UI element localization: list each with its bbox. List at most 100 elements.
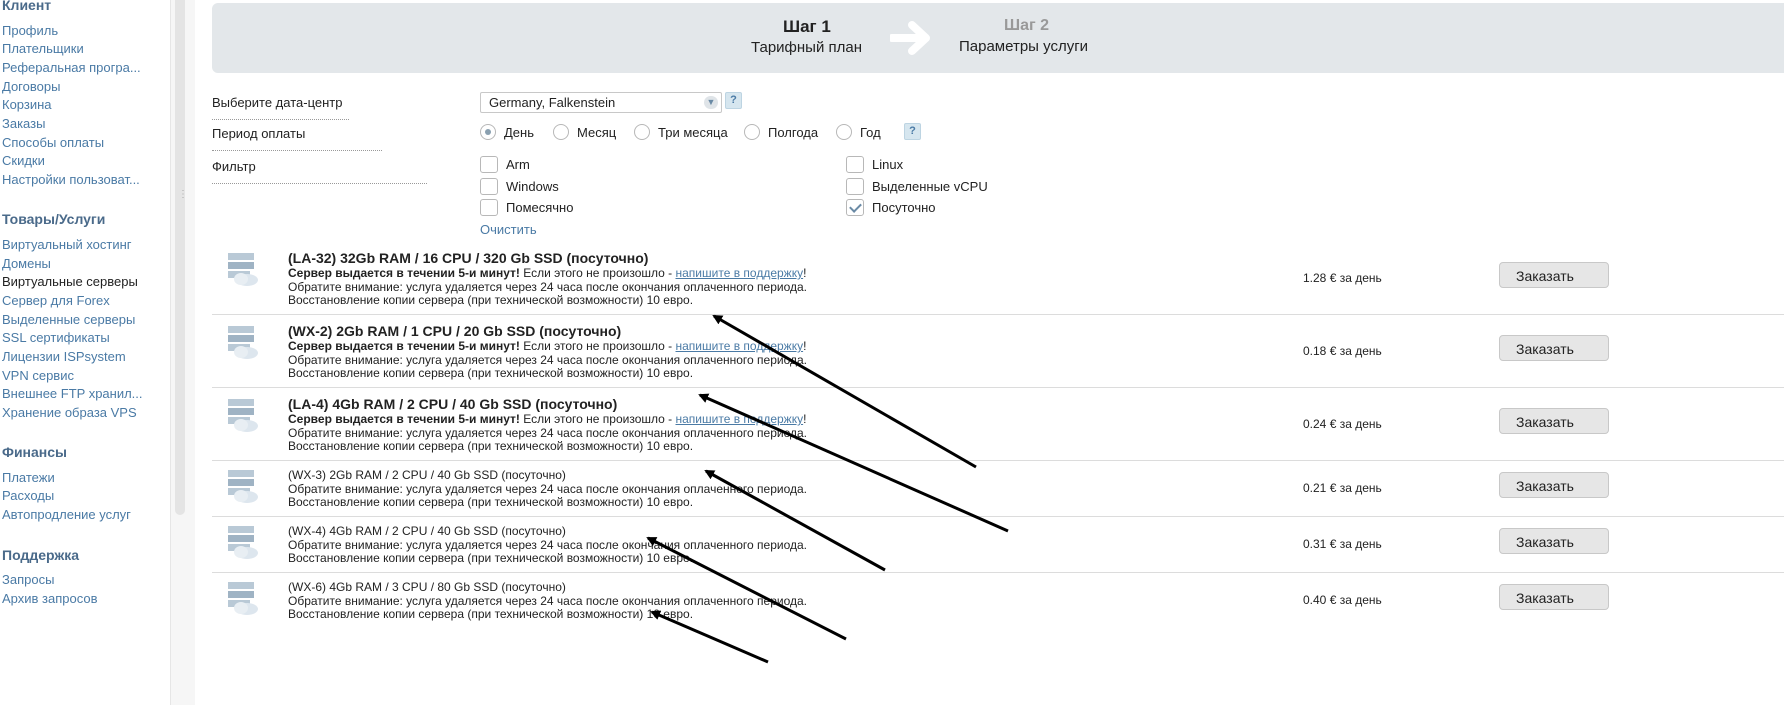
radio-circle[interactable] [744,124,760,140]
filter-label: Фильтр [212,159,462,189]
filter-linux-checkbox[interactable]: Linux [846,156,903,173]
product-title: (WX-2) 2Gb RAM / 1 CPU / 20 Gb SSD (посу… [288,323,622,339]
product-row: (LA-32) 32Gb RAM / 16 CPU / 320 Gb SSD (… [212,242,1784,314]
product-title: (WX-6) 4Gb RAM / 3 CPU / 80 Gb SSD (посу… [288,580,566,594]
chevron-down-icon[interactable]: ▼ [704,96,718,109]
product-fast-note: Сервер выдается в течении 5-и минут! Есл… [288,412,807,426]
sidebar-section-title: Поддержка [2,547,80,563]
product-restore: Восстановление копии сервера (при технич… [288,366,694,380]
order-button[interactable]: Заказать [1499,408,1609,434]
step1-subtitle: Тарифный план [751,39,863,56]
filter-daily-checkbox[interactable]: Посуточно [846,199,936,216]
datacenter-value: Germany, Falkenstein [489,95,616,110]
sidebar-item-expenses[interactable]: Расходы [2,488,162,503]
server-cloud-icon [228,253,258,286]
step-arrow-icon [890,21,930,55]
sidebar-scrollbar[interactable] [175,0,185,515]
sidebar-section-title: Клиент [2,0,52,13]
clear-filter-link[interactable]: Очистить [480,222,537,237]
server-cloud-icon [228,470,258,503]
order-button[interactable]: Заказать [1499,584,1609,610]
filter-dedicated-vcpu-checkbox[interactable]: Выделенные vCPU [846,178,988,195]
datacenter-select[interactable]: Germany, Falkenstein ▼ [480,92,722,113]
product-title: (LA-32) 32Gb RAM / 16 CPU / 320 Gb SSD (… [288,250,649,266]
sidebar-item-tickets[interactable]: Запросы [2,572,162,587]
sidebar-item-virtual-servers[interactable]: Виртуальные серверы [2,274,162,289]
filter-arm-checkbox[interactable]: Arm [480,156,530,173]
product-fast-note: Сервер выдается в течении 5-и минут! Есл… [288,339,807,353]
support-link[interactable]: напишите в поддержку [676,266,804,280]
sidebar-item-vps-image[interactable]: Хранение образа VPS [2,405,162,420]
sidebar-item-forex[interactable]: Сервер для Forex [2,293,162,308]
sidebar-item-ssl[interactable]: SSL сертификаты [2,330,162,345]
product-notice: Обратите внимание: услуга удаляется чере… [288,280,808,294]
checkmark-icon[interactable] [846,199,864,216]
splitter-grip-icon[interactable]: ⋮ [178,190,188,200]
radio-circle[interactable] [836,124,852,140]
radio-period-three-months[interactable]: Три месяца [634,124,728,140]
order-button[interactable]: Заказать [1499,335,1609,361]
product-row: (LA-4) 4Gb RAM / 2 CPU / 40 Gb SSD (посу… [212,387,1784,460]
server-cloud-icon [228,526,258,559]
sidebar-item-ftp[interactable]: Внешнее FTP хранил... [2,386,162,401]
product-restore: Восстановление копии сервера (при технич… [288,439,694,453]
support-link[interactable]: напишите в поддержку [676,412,804,426]
radio-circle[interactable] [553,124,569,140]
product-restore: Восстановление копии сервера (при технич… [288,293,694,307]
radio-circle[interactable] [480,124,496,140]
product-title: (WX-3) 2Gb RAM / 2 CPU / 40 Gb SSD (посу… [288,468,566,482]
step2-subtitle: Параметры услуги [959,38,1089,55]
sidebar-item-profile[interactable]: Профиль [2,23,162,38]
sidebar-item-hosting[interactable]: Виртуальный хостинг [2,237,162,252]
server-cloud-icon [228,399,258,432]
radio-period-year[interactable]: Год [836,124,881,140]
product-price: 0.18 € за день [1303,344,1382,358]
product-row: (WX-3) 2Gb RAM / 2 CPU / 40 Gb SSD (посу… [212,460,1784,516]
product-row: (WX-6) 4Gb RAM / 3 CPU / 80 Gb SSD (посу… [212,572,1784,628]
sidebar-item-payers[interactable]: Плательщики [2,41,162,56]
product-restore: Восстановление копии сервера (при технич… [288,607,694,621]
server-cloud-icon [228,326,258,359]
product-price: 0.31 € за день [1303,537,1382,551]
sidebar-item-dedicated[interactable]: Выделенные серверы [2,312,162,327]
filter-monthly-checkbox[interactable]: Помесячно [480,199,573,216]
sidebar-item-user-settings[interactable]: Настройки пользоват... [2,172,162,187]
product-row: (WX-2) 2Gb RAM / 1 CPU / 20 Gb SSD (посу… [212,314,1784,387]
order-button[interactable]: Заказать [1499,262,1609,288]
server-cloud-icon [228,582,258,615]
sidebar-section-title: Финансы [2,444,67,460]
product-price: 1.28 € за день [1303,271,1382,285]
sidebar-item-discounts[interactable]: Скидки [2,153,162,168]
radio-circle[interactable] [634,124,650,140]
order-button[interactable]: Заказать [1499,528,1609,554]
step1-title: Шаг 1 [783,17,831,36]
product-title: (WX-4) 4Gb RAM / 2 CPU / 40 Gb SSD (посу… [288,524,566,538]
filter-windows-checkbox[interactable]: Windows [480,178,559,195]
sidebar-item-payments[interactable]: Платежи [2,470,162,485]
sidebar-item-tickets-archive[interactable]: Архив запросов [2,591,162,606]
support-link[interactable]: напишите в поддержку [676,339,804,353]
radio-period-day[interactable]: День [480,124,534,140]
help-icon[interactable]: ? [725,92,742,109]
product-restore: Восстановление копии сервера (при технич… [288,551,694,565]
sidebar-item-payment-methods[interactable]: Способы оплаты [2,135,162,150]
product-title: (LA-4) 4Gb RAM / 2 CPU / 40 Gb SSD (посу… [288,396,618,412]
sidebar-item-contracts[interactable]: Договоры [2,79,162,94]
radio-period-half-year[interactable]: Полгода [744,124,818,140]
sidebar-item-autorenew[interactable]: Автопродление услуг [2,507,162,522]
product-price: 0.40 € за день [1303,593,1382,607]
sidebar-item-cart[interactable]: Корзина [2,97,162,112]
product-row: (WX-4) 4Gb RAM / 2 CPU / 40 Gb SSD (посу… [212,516,1784,572]
sidebar-item-orders[interactable]: Заказы [2,116,162,131]
order-button[interactable]: Заказать [1499,472,1609,498]
product-restore: Восстановление копии сервера (при технич… [288,495,694,509]
help-icon[interactable]: ? [904,123,921,140]
product-notice: Обратите внимание: услуга удаляется чере… [288,482,808,496]
sidebar-item-domains[interactable]: Домены [2,256,162,271]
sidebar-item-ispsystem[interactable]: Лицензии ISPsystem [2,349,162,364]
product-price: 0.24 € за день [1303,417,1382,431]
period-label: Период оплаты [212,126,462,156]
sidebar-item-vpn[interactable]: VPN сервис [2,368,162,383]
radio-period-month[interactable]: Месяц [553,124,616,140]
sidebar-item-referral[interactable]: Реферальная програ... [2,60,162,75]
